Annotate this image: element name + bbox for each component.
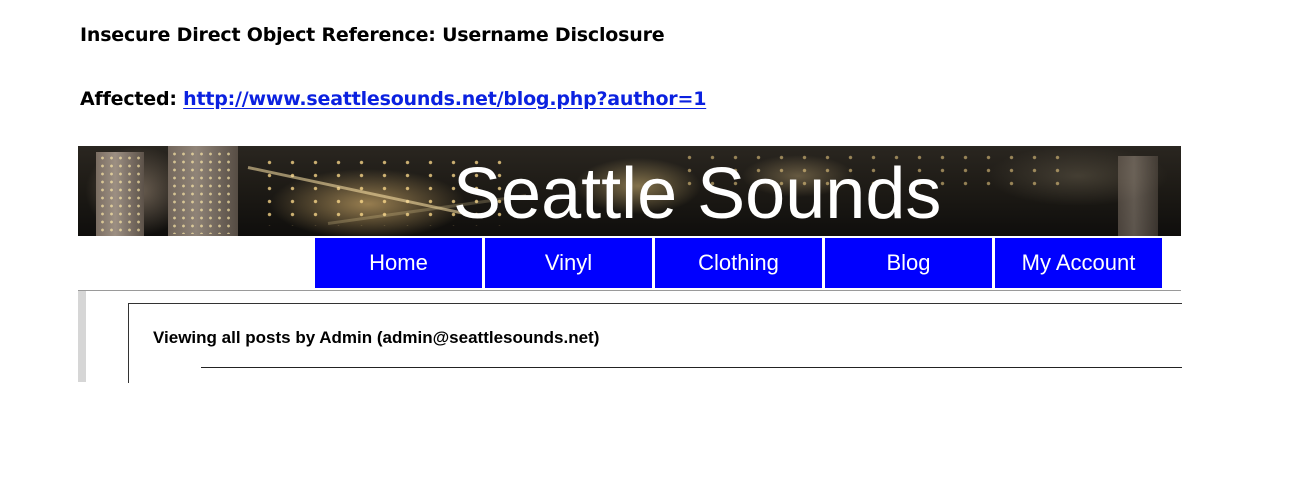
nav-divider [78, 290, 1181, 291]
site-nav: Home Vinyl Clothing Blog My Account [315, 238, 1162, 288]
nav-blog[interactable]: Blog [825, 238, 992, 288]
left-sidebar-bar [78, 291, 86, 382]
nav-home[interactable]: Home [315, 238, 482, 288]
affected-line: Affected: http://www.seattlesounds.net/b… [80, 88, 706, 110]
affected-label: Affected: [80, 88, 184, 110]
site-title: Seattle Sounds [453, 154, 942, 234]
author-posts-heading: Viewing all posts by Admin (admin@seattl… [153, 328, 600, 347]
content-divider [201, 367, 1182, 368]
document-heading: Insecure Direct Object Reference: Userna… [80, 24, 665, 46]
nav-clothing[interactable]: Clothing [655, 238, 822, 288]
site-screenshot: Seattle Sounds Home Vinyl Clothing Blog … [78, 146, 1182, 383]
affected-url-link[interactable]: http://www.seattlesounds.net/blog.php?au… [183, 88, 706, 110]
nav-vinyl[interactable]: Vinyl [485, 238, 652, 288]
site-banner: Seattle Sounds [78, 146, 1181, 236]
content-panel: Viewing all posts by Admin (admin@seattl… [128, 303, 1182, 383]
nav-my-account[interactable]: My Account [995, 238, 1162, 288]
